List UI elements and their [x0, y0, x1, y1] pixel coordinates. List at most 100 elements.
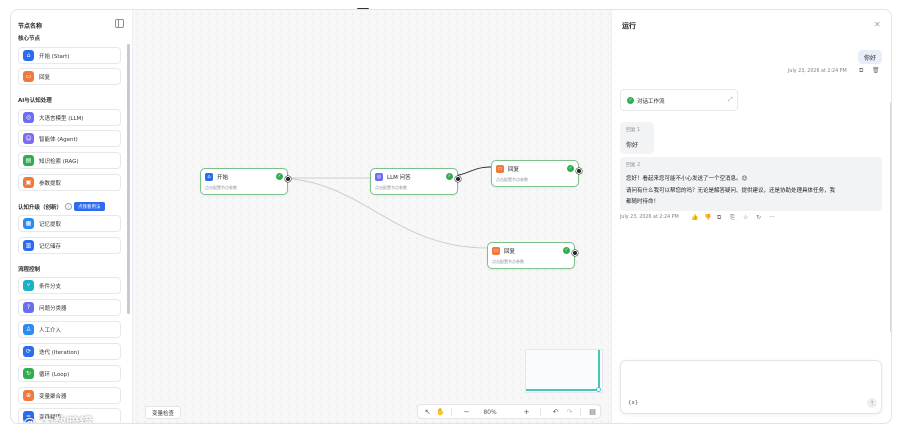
sidebar-item-classifier[interactable]: ? 问题分类器: [18, 299, 121, 316]
sidebar-item-reply[interactable]: ▭ 回复: [18, 68, 121, 85]
send-icon[interactable]: ↑: [867, 398, 877, 408]
share-icon[interactable]: ⎘: [730, 214, 735, 222]
group-title-flow: 流程控制: [18, 267, 41, 273]
more-icon[interactable]: ···: [769, 214, 775, 221]
sidebar-item-label: 人工介入: [39, 327, 62, 334]
copy-icon[interactable]: ⧉: [859, 67, 863, 75]
reply-icon: ▭: [492, 247, 500, 255]
minimap-handle[interactable]: [596, 387, 601, 392]
sidebar-item-branch[interactable]: ⑂ 条件分支: [18, 277, 121, 294]
sidebar-item-human[interactable]: ♙ 人工介入: [18, 321, 121, 338]
output-port[interactable]: [576, 168, 582, 174]
sidebar-item-label: 大语言模型 (LLM): [39, 115, 84, 122]
workflow-canvas[interactable]: ⌂ 开始 点击配置节点参数 ✓ ◎ LLM 问答 点击配置节点参数 ✓ ▭ 回复…: [133, 10, 611, 423]
output-port[interactable]: [572, 250, 578, 256]
sidebar-item-agent[interactable]: ☺ 智能体 (Agent): [18, 130, 121, 147]
reply-2-line: 您好！看起来您可能不小心发送了一个空消息。😊: [626, 176, 748, 182]
sidebar-item-start[interactable]: ⌂ 开始 (Start): [18, 47, 121, 64]
app-window: 节点名称 核心节点 ⌂ 开始 (Start) ▭ 回复 AI与认知处理 ◎ 大语…: [10, 9, 892, 424]
sidebar-item-label: 变量聚合器: [39, 393, 67, 400]
variable-check-button[interactable]: 变量检查: [145, 406, 182, 419]
workflow-status-card[interactable]: ✓ 对话工作流 ⤢: [620, 89, 738, 111]
thumbs-down-icon[interactable]: 👎: [704, 214, 711, 221]
sidebar-item-memory-store[interactable]: ▥ 记忆储存: [18, 237, 121, 254]
sidebar-title: 节点名称: [18, 23, 43, 30]
sidebar-item-label: 智能体 (Agent): [39, 136, 78, 143]
copy-icon[interactable]: ⧉: [717, 214, 721, 222]
success-check-icon: ✓: [276, 173, 283, 180]
extract-icon: ▣: [23, 177, 34, 188]
sidebar-collapse-icon[interactable]: [115, 19, 124, 28]
minimap[interactable]: [525, 349, 603, 393]
variable-braces-icon[interactable]: {x}: [628, 400, 638, 406]
group-title-core: 核心节点: [18, 36, 41, 42]
iteration-icon: ⟳: [23, 346, 34, 357]
zoom-level[interactable]: 80%: [480, 407, 500, 417]
output-port[interactable]: [285, 176, 291, 182]
hand-icon[interactable]: ✋: [436, 407, 445, 417]
sidebar-item-iteration[interactable]: ⟳ 迭代 (Iteration): [18, 343, 121, 360]
node-title: 回复: [504, 249, 516, 255]
success-check-icon: ✓: [567, 165, 574, 172]
sidebar-item-label: 记忆提取: [39, 221, 62, 228]
close-icon[interactable]: ✕: [874, 20, 881, 29]
node-subtitle: 点击配置节点参数: [205, 185, 237, 190]
memory-store-icon: ▥: [23, 240, 34, 251]
human-icon: ♙: [23, 324, 34, 335]
redo-icon[interactable]: ↷: [565, 407, 574, 417]
toolbar-divider: [451, 408, 452, 416]
sidebar-item-label: 问题分类器: [39, 305, 67, 312]
sidebar-item-label: 回复: [39, 74, 51, 81]
output-port[interactable]: [455, 176, 461, 182]
sidebar-item-label: 参数提取: [39, 180, 62, 187]
document-icon[interactable]: ▤: [588, 407, 597, 417]
sidebar-item-rag[interactable]: ▤ 知识检索 (RAG): [18, 152, 121, 169]
usage-guide-button[interactable]: 点我看用法: [74, 202, 105, 211]
canvas-toolbar: ↖ ✋ − 80% + ↶ ↷ ▤: [417, 404, 601, 419]
flow-node-reply-2[interactable]: ▭ 回复 点击配置节点参数 ✓: [487, 242, 578, 269]
sidebar-item-label: 迭代 (Iteration): [39, 349, 80, 356]
undo-icon[interactable]: ↶: [551, 407, 560, 417]
info-icon[interactable]: i: [65, 203, 72, 210]
sidebar-item-label: 开始 (Start): [39, 53, 70, 60]
sidebar-item-aggregator[interactable]: ⊕ 变量聚合器: [18, 387, 121, 404]
flow-node-start[interactable]: ⌂ 开始 点击配置节点参数 ✓: [200, 168, 291, 195]
node-subtitle: 点击配置节点参数: [492, 259, 524, 264]
reply-1-text: 你好: [626, 142, 639, 149]
success-check-icon: ✓: [563, 247, 570, 254]
run-panel-title: 运行: [622, 22, 636, 30]
flow-node-llm[interactable]: ◎ LLM 问答 点击配置节点参数 ✓: [370, 168, 461, 195]
thumbs-up-icon[interactable]: 👍: [691, 214, 698, 221]
chat-input[interactable]: {x} ↑: [620, 360, 882, 414]
reply-1-label: 回复 1: [626, 128, 641, 133]
aggregator-icon: ⊕: [23, 390, 34, 401]
expand-icon[interactable]: ⤢: [728, 96, 733, 104]
user-message-bubble: 你好: [858, 50, 883, 64]
success-check-icon: ✓: [627, 97, 634, 104]
flow-node-reply-1[interactable]: ▭ 回复 点击配置节点参数 ✓: [491, 160, 582, 187]
sidebar-item-extract[interactable]: ▣ 参数提取: [18, 174, 121, 191]
trash-icon[interactable]: 🗑: [872, 67, 880, 74]
sidebar-item-loop[interactable]: ↻ 循环 (Loop): [18, 365, 121, 382]
pointer-icon[interactable]: ↖: [423, 407, 432, 417]
bot-message-time: July 23, 2026 at 2:24 PM: [620, 215, 679, 220]
group-title-cognitive: 认知升级（创新）: [18, 205, 63, 211]
reply-1-card: 回复 1 你好: [620, 122, 654, 154]
reply-2-line: 请问有什么我可以帮您的吗？无论是解答疑问、提供建议，还是协助处理具体任务，我: [626, 188, 836, 194]
reply-icon: ▭: [496, 165, 504, 173]
zoom-out-icon[interactable]: −: [462, 407, 471, 417]
refresh-icon[interactable]: ↻: [756, 214, 761, 221]
group-title-ai: AI与认知处理: [18, 98, 52, 104]
llm-icon: ◎: [375, 173, 383, 181]
sidebar-scrollbar[interactable]: [127, 44, 130, 314]
sidebar-item-label: 知识检索 (RAG): [39, 158, 79, 165]
star-icon[interactable]: ☆: [743, 214, 748, 221]
sidebar-item-memory-extract[interactable]: ▦ 记忆提取: [18, 215, 121, 232]
branch-icon: ⑂: [23, 280, 34, 291]
classifier-icon: ?: [23, 302, 34, 313]
sidebar-item-llm[interactable]: ◎ 大语言模型 (LLM): [18, 109, 121, 126]
zoom-in-icon[interactable]: +: [522, 407, 531, 417]
toolbar-divider: [540, 408, 541, 416]
home-icon: ⌂: [23, 50, 34, 61]
panel-scrollbar[interactable]: [890, 102, 891, 332]
